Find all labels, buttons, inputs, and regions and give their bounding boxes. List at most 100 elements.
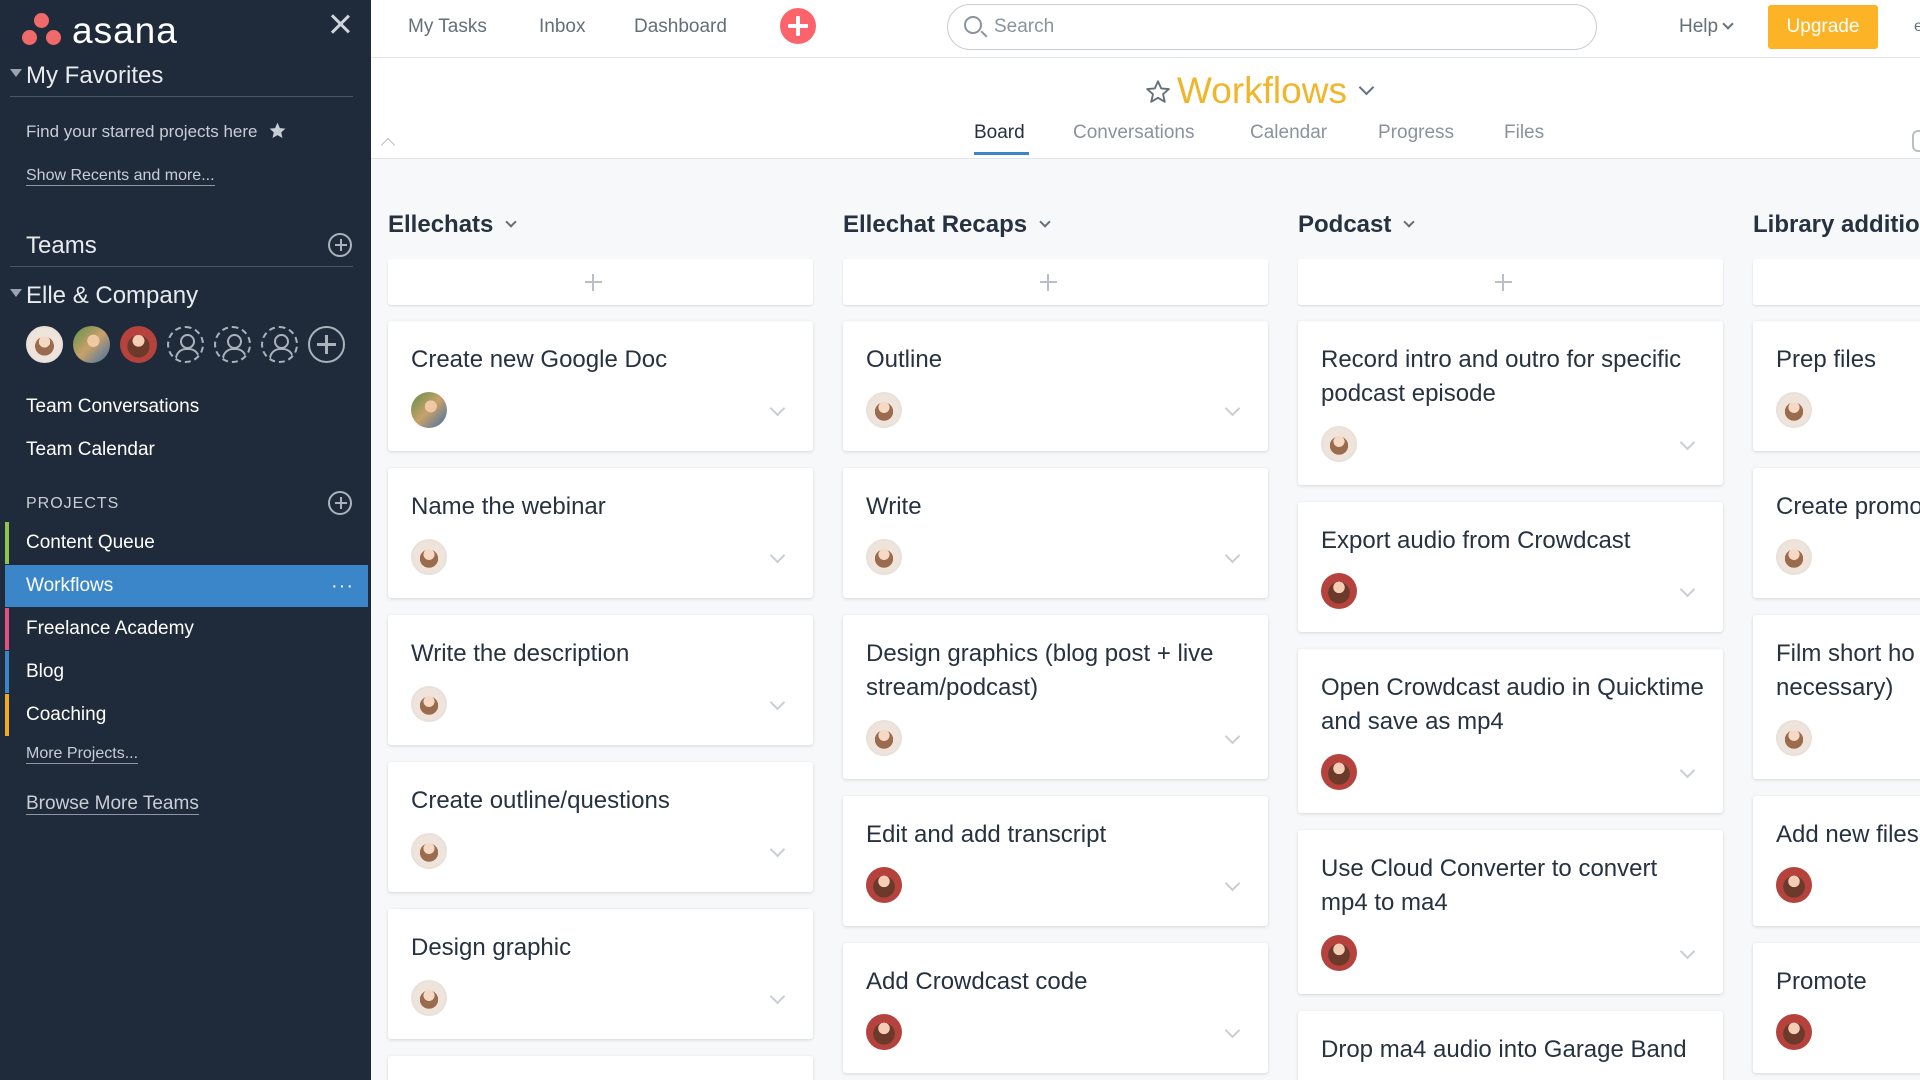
- task-card[interactable]: Write: [843, 468, 1268, 598]
- task-card[interactable]: [388, 1056, 813, 1080]
- assignee-avatar[interactable]: [1776, 539, 1812, 575]
- tab-conversations[interactable]: Conversations: [1073, 122, 1194, 144]
- member-avatar[interactable]: [26, 326, 63, 363]
- chevron-down-icon[interactable]: [1679, 762, 1696, 779]
- assignee-avatar[interactable]: [411, 833, 447, 869]
- panel-edge-icon[interactable]: [1912, 130, 1920, 152]
- chevron-down-icon[interactable]: [1403, 216, 1416, 228]
- browse-more-teams-link[interactable]: Browse More Teams: [26, 793, 199, 815]
- more-projects-link[interactable]: More Projects...: [26, 745, 139, 764]
- assignee-avatar[interactable]: [866, 720, 902, 756]
- tab-files[interactable]: Files: [1504, 122, 1544, 144]
- task-card[interactable]: Record intro and outro for specific podc…: [1298, 321, 1723, 485]
- assignee-avatar[interactable]: [1321, 754, 1357, 790]
- chevron-down-icon[interactable]: [1224, 728, 1241, 745]
- column-title[interactable]: Ellechats: [388, 211, 518, 239]
- tab-calendar[interactable]: Calendar: [1250, 122, 1327, 144]
- add-task-button[interactable]: [1298, 259, 1723, 305]
- member-avatar[interactable]: [120, 326, 157, 363]
- add-task-button[interactable]: [843, 259, 1268, 305]
- upgrade-button[interactable]: Upgrade: [1768, 5, 1878, 49]
- project-item-workflows[interactable]: Workflows ···: [5, 565, 368, 607]
- project-title[interactable]: Workflows: [1177, 70, 1347, 112]
- assignee-avatar[interactable]: [411, 980, 447, 1016]
- task-card[interactable]: Design graphics (blog post + live stream…: [843, 615, 1268, 779]
- task-card[interactable]: Film short ho necessary): [1753, 615, 1920, 779]
- chevron-down-icon[interactable]: [769, 400, 786, 417]
- assignee-avatar[interactable]: [1776, 392, 1812, 428]
- task-card[interactable]: Edit and add transcript: [843, 796, 1268, 926]
- assignee-avatar[interactable]: [1776, 1014, 1812, 1050]
- star-outline-icon[interactable]: [1144, 78, 1172, 106]
- task-card[interactable]: Outline: [843, 321, 1268, 451]
- chevron-down-icon[interactable]: [769, 694, 786, 711]
- empty-member-icon[interactable]: [261, 326, 298, 363]
- chevron-down-icon[interactable]: [1679, 581, 1696, 598]
- chevron-down-icon[interactable]: [1224, 1022, 1241, 1039]
- show-recents-link[interactable]: Show Recents and more...: [26, 167, 215, 186]
- team-conversations-link[interactable]: Team Conversations: [26, 396, 199, 418]
- task-card[interactable]: Prep files: [1753, 321, 1920, 451]
- assignee-avatar[interactable]: [1321, 935, 1357, 971]
- chevron-down-icon[interactable]: [1224, 875, 1241, 892]
- task-card[interactable]: Promote: [1753, 943, 1920, 1073]
- asana-logo[interactable]: asana: [22, 8, 178, 54]
- tab-board[interactable]: Board: [974, 122, 1025, 144]
- task-card[interactable]: Create new Google Doc: [388, 321, 813, 451]
- nav-inbox[interactable]: Inbox: [539, 16, 585, 38]
- task-card[interactable]: Create promo: [1753, 468, 1920, 598]
- team-calendar-link[interactable]: Team Calendar: [26, 439, 155, 461]
- task-card[interactable]: Add Crowdcast code: [843, 943, 1268, 1073]
- nav-dashboard[interactable]: Dashboard: [634, 16, 727, 38]
- task-card[interactable]: Open Crowdcast audio in Quicktime and sa…: [1298, 649, 1723, 813]
- assignee-avatar[interactable]: [866, 392, 902, 428]
- task-card[interactable]: Design graphic: [388, 909, 813, 1039]
- assignee-avatar[interactable]: [1776, 720, 1812, 756]
- assignee-avatar[interactable]: [411, 686, 447, 722]
- chevron-down-icon[interactable]: [1039, 216, 1051, 228]
- account-menu-edge[interactable]: e: [1914, 18, 1920, 36]
- column-title[interactable]: Ellechat Recaps: [843, 211, 1051, 239]
- chevron-down-icon[interactable]: [769, 547, 786, 564]
- task-card[interactable]: Use Cloud Converter to convert mp4 to ma…: [1298, 830, 1723, 994]
- nav-my-tasks[interactable]: My Tasks: [408, 16, 487, 38]
- assignee-avatar[interactable]: [866, 867, 902, 903]
- task-card[interactable]: Write the description: [388, 615, 813, 745]
- more-options-icon[interactable]: ···: [331, 575, 354, 598]
- chevron-down-icon[interactable]: [1358, 79, 1375, 96]
- close-sidebar-icon[interactable]: [325, 10, 355, 40]
- add-member-icon[interactable]: [308, 326, 345, 363]
- task-card[interactable]: Name the webinar: [388, 468, 813, 598]
- team-heading[interactable]: Elle & Company: [10, 282, 353, 316]
- empty-member-icon[interactable]: [214, 326, 251, 363]
- project-item-content-queue[interactable]: Content Queue: [5, 522, 368, 564]
- task-card[interactable]: Add new files: [1753, 796, 1920, 926]
- assignee-avatar[interactable]: [1321, 573, 1357, 609]
- tab-progress[interactable]: Progress: [1378, 122, 1454, 144]
- chevron-down-icon[interactable]: [769, 841, 786, 858]
- add-project-icon[interactable]: [328, 491, 352, 515]
- project-item-coaching[interactable]: Coaching: [5, 694, 368, 736]
- favorites-heading[interactable]: My Favorites: [10, 62, 353, 97]
- chevron-down-icon[interactable]: [1679, 434, 1696, 451]
- assignee-avatar[interactable]: [866, 539, 902, 575]
- chevron-down-icon[interactable]: [1224, 400, 1241, 417]
- quick-add-button[interactable]: [780, 8, 816, 44]
- project-item-blog[interactable]: Blog: [5, 651, 368, 693]
- add-task-button[interactable]: [1753, 259, 1920, 305]
- member-avatar[interactable]: [73, 326, 110, 363]
- assignee-avatar[interactable]: [1321, 426, 1357, 462]
- assignee-avatar[interactable]: [411, 539, 447, 575]
- add-team-icon[interactable]: [328, 233, 352, 257]
- help-menu[interactable]: Help: [1679, 16, 1734, 38]
- collapse-header-icon[interactable]: [380, 137, 396, 153]
- project-item-freelance-academy[interactable]: Freelance Academy: [5, 608, 368, 650]
- chevron-down-icon[interactable]: [505, 216, 518, 228]
- chevron-down-icon[interactable]: [769, 988, 786, 1005]
- assignee-avatar[interactable]: [866, 1014, 902, 1050]
- empty-member-icon[interactable]: [167, 326, 204, 363]
- search-input[interactable]: Search: [947, 4, 1597, 50]
- chevron-down-icon[interactable]: [1224, 547, 1241, 564]
- assignee-avatar[interactable]: [1776, 867, 1812, 903]
- assignee-avatar[interactable]: [411, 392, 447, 428]
